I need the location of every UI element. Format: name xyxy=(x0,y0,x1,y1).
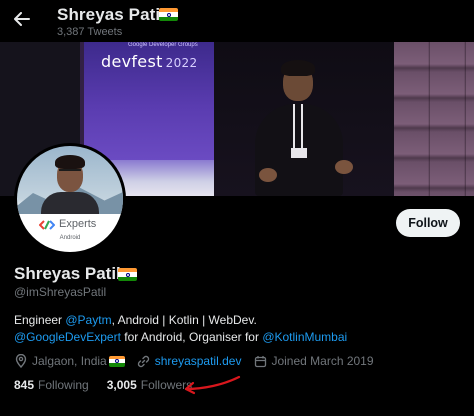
profile-bio: Engineer @Paytm, Android | Kotlin | WebD… xyxy=(14,312,464,346)
avatar-photo: Experts Android xyxy=(17,146,123,252)
location-pin-icon xyxy=(14,354,28,368)
following-link[interactable]: 845 Following xyxy=(14,378,89,392)
mention-paytm-link[interactable]: @Paytm xyxy=(65,313,111,327)
back-arrow-icon xyxy=(14,12,30,26)
india-flag-icon xyxy=(159,8,178,21)
followers-count: 3,005 xyxy=(106,378,137,392)
tweet-count: 3,387 Tweets xyxy=(57,26,123,38)
join-date-text: Joined March 2019 xyxy=(271,354,374,368)
bio-text: Engineer xyxy=(14,313,66,327)
calendar-icon xyxy=(253,354,267,368)
profile-meta: Jalgaon, India shreyaspatil.dev Joined M… xyxy=(14,353,386,369)
join-date: Joined March 2019 xyxy=(253,354,374,368)
avatar-badge-subtitle: Android xyxy=(59,235,81,241)
bio-text: for Android, Organiser for xyxy=(120,330,263,344)
annotation-arrow-icon xyxy=(184,375,241,395)
link-icon xyxy=(137,354,151,368)
banner-event-subtitle: Google Developer Groups xyxy=(128,42,198,48)
follow-button[interactable]: Follow xyxy=(396,209,460,237)
profile-name: Shreyas Patil xyxy=(14,264,121,283)
following-count: 845 xyxy=(14,378,35,392)
bio-text: , Android | Kotlin | WebDev. xyxy=(111,313,257,327)
banner-padded-wall xyxy=(394,42,474,196)
india-flag-icon xyxy=(108,355,125,367)
location: Jalgaon, India xyxy=(14,354,125,368)
banner-speaker-photo xyxy=(247,60,367,196)
header-name: Shreyas Patil xyxy=(57,5,166,24)
mention-googledevexpert-link[interactable]: @GoogleDevExpert xyxy=(14,330,121,344)
followers-link[interactable]: 3,005 Followers xyxy=(107,378,192,392)
top-bar: Shreyas Patil 3,387 Tweets xyxy=(0,0,474,42)
website[interactable]: shreyaspatil.dev xyxy=(137,354,242,368)
banner-event-title: devfest 2022 xyxy=(101,52,198,71)
mention-kotlinmumbai-link[interactable]: @KotlinMumbai xyxy=(262,330,347,344)
back-button[interactable] xyxy=(12,8,32,30)
location-text: Jalgaon, India xyxy=(32,354,107,368)
profile-handle: @imShreyasPatil xyxy=(14,285,107,299)
avatar-badge-title: Experts xyxy=(59,218,97,230)
following-label: Following xyxy=(38,378,89,392)
india-flag-icon xyxy=(118,268,137,281)
google-developers-logo-icon xyxy=(39,220,55,230)
website-link[interactable]: shreyaspatil.dev xyxy=(155,354,242,368)
follow-stats: 845 Following 3,005 Followers xyxy=(14,378,210,392)
profile-avatar[interactable]: Experts Android xyxy=(14,143,126,255)
